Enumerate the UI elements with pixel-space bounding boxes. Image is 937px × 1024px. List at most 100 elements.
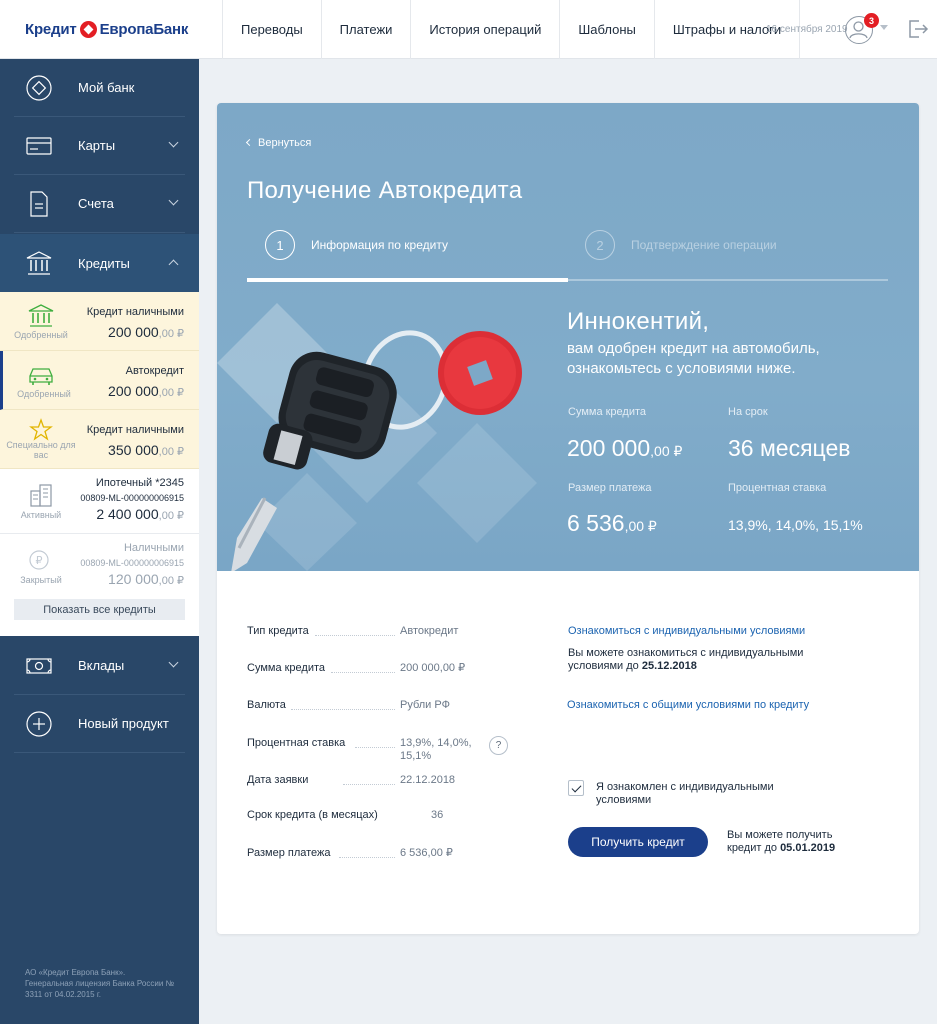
detail-key: Сумма кредита <box>247 662 326 674</box>
step-2[interactable]: 2 Подтверждение операции <box>585 230 777 260</box>
general-conditions-link[interactable]: Ознакомиться с общими условиями по креди… <box>567 699 809 711</box>
sidebar-item-label: Мой банк <box>78 80 135 95</box>
credit-card-panel: Вернуться Получение Автокредита 1 Информ… <box>217 103 919 934</box>
detail-value: 200 000,00 ₽ <box>400 662 466 674</box>
payment-label: Размер платежа <box>568 482 652 494</box>
sidebar-item-label: Кредиты <box>78 255 130 271</box>
back-link[interactable]: Вернуться <box>245 137 311 149</box>
help-icon[interactable]: ? <box>489 736 508 755</box>
detail-value: 22.12.2018 <box>400 774 456 786</box>
detail-value: Рубли РФ <box>400 699 450 711</box>
credit-item[interactable]: ₽ Закрытый Наличными 00809-ML-0000000069… <box>0 534 199 599</box>
nav-payments[interactable]: Платежи <box>320 0 411 59</box>
credit-status: Закрытый <box>20 575 62 585</box>
individual-conditions-note: Вы можете ознакомиться с индивидуальными… <box>568 647 804 672</box>
detail-value: 36 <box>431 809 444 821</box>
detail-value: Автокредит <box>400 625 459 637</box>
credit-name: Ипотечный *2345 <box>95 477 184 489</box>
sidebar-item-credits[interactable]: Кредиты <box>14 234 185 292</box>
plus-icon <box>26 710 52 737</box>
step-label: Подтверждение операции <box>631 238 777 252</box>
credit-amount: 200 000,00 ₽ <box>108 383 184 399</box>
credit-name: Наличными <box>123 542 184 554</box>
sidebar: Мой банк Карты Счета Кредиты Одобренный … <box>0 59 199 1024</box>
credit-name: Кредит наличными <box>86 424 184 436</box>
bank-icon <box>26 250 52 276</box>
credit-status: Активный <box>20 510 62 520</box>
sum-value: 200 000,00 ₽ <box>567 435 683 461</box>
main-nav: Переводы Платежи История операций Шаблон… <box>222 0 801 59</box>
credit-item[interactable]: Одобренный Автокредит 200 000,00 ₽ <box>0 351 199 410</box>
dotted-leader <box>343 784 395 785</box>
step-1[interactable]: 1 Информация по кредиту <box>265 230 448 260</box>
car-icon <box>28 363 54 387</box>
chevron-up-icon <box>168 259 179 270</box>
credit-amount: 120 000,00 ₽ <box>108 571 184 587</box>
bank-icon <box>28 304 54 328</box>
nav-templates[interactable]: Шаблоны <box>559 0 654 59</box>
credit-amount: 200 000,00 ₽ <box>108 324 184 340</box>
legal-info: АО «Кредит Европа Банк». Генеральная лиц… <box>25 968 175 999</box>
chevron-down-icon <box>168 657 179 668</box>
detail-key: Дата заявки <box>247 774 309 786</box>
notification-badge[interactable]: 3 <box>864 13 879 28</box>
top-header: Кредит ЕвропаБанк Переводы Платежи Истор… <box>0 0 937 59</box>
agree-checkbox[interactable] <box>568 780 584 796</box>
sidebar-item-label: Новый продукт <box>78 716 169 731</box>
term-label: На срок <box>728 406 768 418</box>
get-credit-button[interactable]: Получить кредит <box>568 827 708 857</box>
home-icon <box>26 74 52 101</box>
sidebar-item-label: Счета <box>78 196 114 211</box>
credit-status: Одобренный <box>14 330 68 340</box>
bank-logo[interactable]: Кредит ЕвропаБанк <box>25 19 188 39</box>
detail-key: Процентная ставка <box>247 737 346 749</box>
detail-value: 13,9%, 14,0%, 15,1% <box>400 737 472 762</box>
credit-name: Кредит наличными <box>86 306 184 318</box>
show-all-credits-button[interactable]: Показать все кредиты <box>14 599 185 620</box>
sidebar-item-my-bank[interactable]: Мой банк <box>14 59 185 117</box>
logo-mark-icon <box>79 20 97 38</box>
dotted-leader <box>355 747 395 748</box>
rate-label: Процентная ставка <box>728 482 827 494</box>
page-title: Получение Автокредита <box>247 177 523 204</box>
svg-text:₽: ₽ <box>36 554 43 567</box>
credit-name: Автокредит <box>125 365 184 377</box>
step-number: 1 <box>265 230 295 260</box>
detail-key: Валюта <box>247 699 286 711</box>
detail-key: Тип кредита <box>247 625 309 637</box>
credit-account: 00809-ML-000000006915 <box>80 558 184 568</box>
nav-history[interactable]: История операций <box>410 0 559 59</box>
star-icon <box>28 418 54 442</box>
dotted-leader <box>315 635 395 636</box>
credit-item[interactable]: Специально для вас Кредит наличными 350 … <box>0 410 199 469</box>
document-icon <box>26 190 52 217</box>
greeting-line: вам одобрен кредит на автомобиль, <box>567 340 820 357</box>
logout-icon[interactable] <box>907 18 929 40</box>
car-key-illustration <box>231 330 522 571</box>
step-number: 2 <box>585 230 615 260</box>
logo-text-right: ЕвропаБанк <box>99 20 189 38</box>
credit-status: Специально для вас <box>6 440 76 460</box>
agree-checkbox-label: Я ознакомлен с индивидуальными условиями <box>596 781 774 806</box>
sidebar-item-cards[interactable]: Карты <box>14 117 185 175</box>
rate-value: 13,9%, 14,0%, 15,1% <box>728 517 863 533</box>
sidebar-item-deposits[interactable]: Вклады <box>14 637 185 695</box>
individual-conditions-link[interactable]: Ознакомиться с индивидуальными условиями <box>568 625 805 637</box>
current-date: 16 сентября 2019 <box>766 24 848 35</box>
sidebar-item-new-product[interactable]: Новый продукт <box>14 695 185 753</box>
credit-account: 00809-ML-000000006915 <box>80 493 184 503</box>
dotted-leader <box>339 857 395 858</box>
dotted-leader <box>331 672 395 673</box>
credit-amount: 2 400 000,00 ₽ <box>96 506 184 522</box>
credit-status: Одобренный <box>17 389 71 399</box>
step-label: Информация по кредиту <box>311 238 448 252</box>
greeting-line: ознакомьтесь с условиями ниже. <box>567 360 796 377</box>
credit-item[interactable]: Активный Ипотечный *2345 00809-ML-000000… <box>0 469 199 534</box>
greeting-name: Иннокентий, <box>567 308 710 335</box>
nav-transfers[interactable]: Переводы <box>222 0 321 59</box>
sidebar-item-accounts[interactable]: Счета <box>14 175 185 233</box>
chevron-down-icon[interactable] <box>880 25 888 30</box>
credit-item[interactable]: Одобренный Кредит наличными 200 000,00 ₽ <box>0 292 199 351</box>
credit-amount: 350 000,00 ₽ <box>108 442 184 458</box>
cash-icon <box>26 653 52 679</box>
